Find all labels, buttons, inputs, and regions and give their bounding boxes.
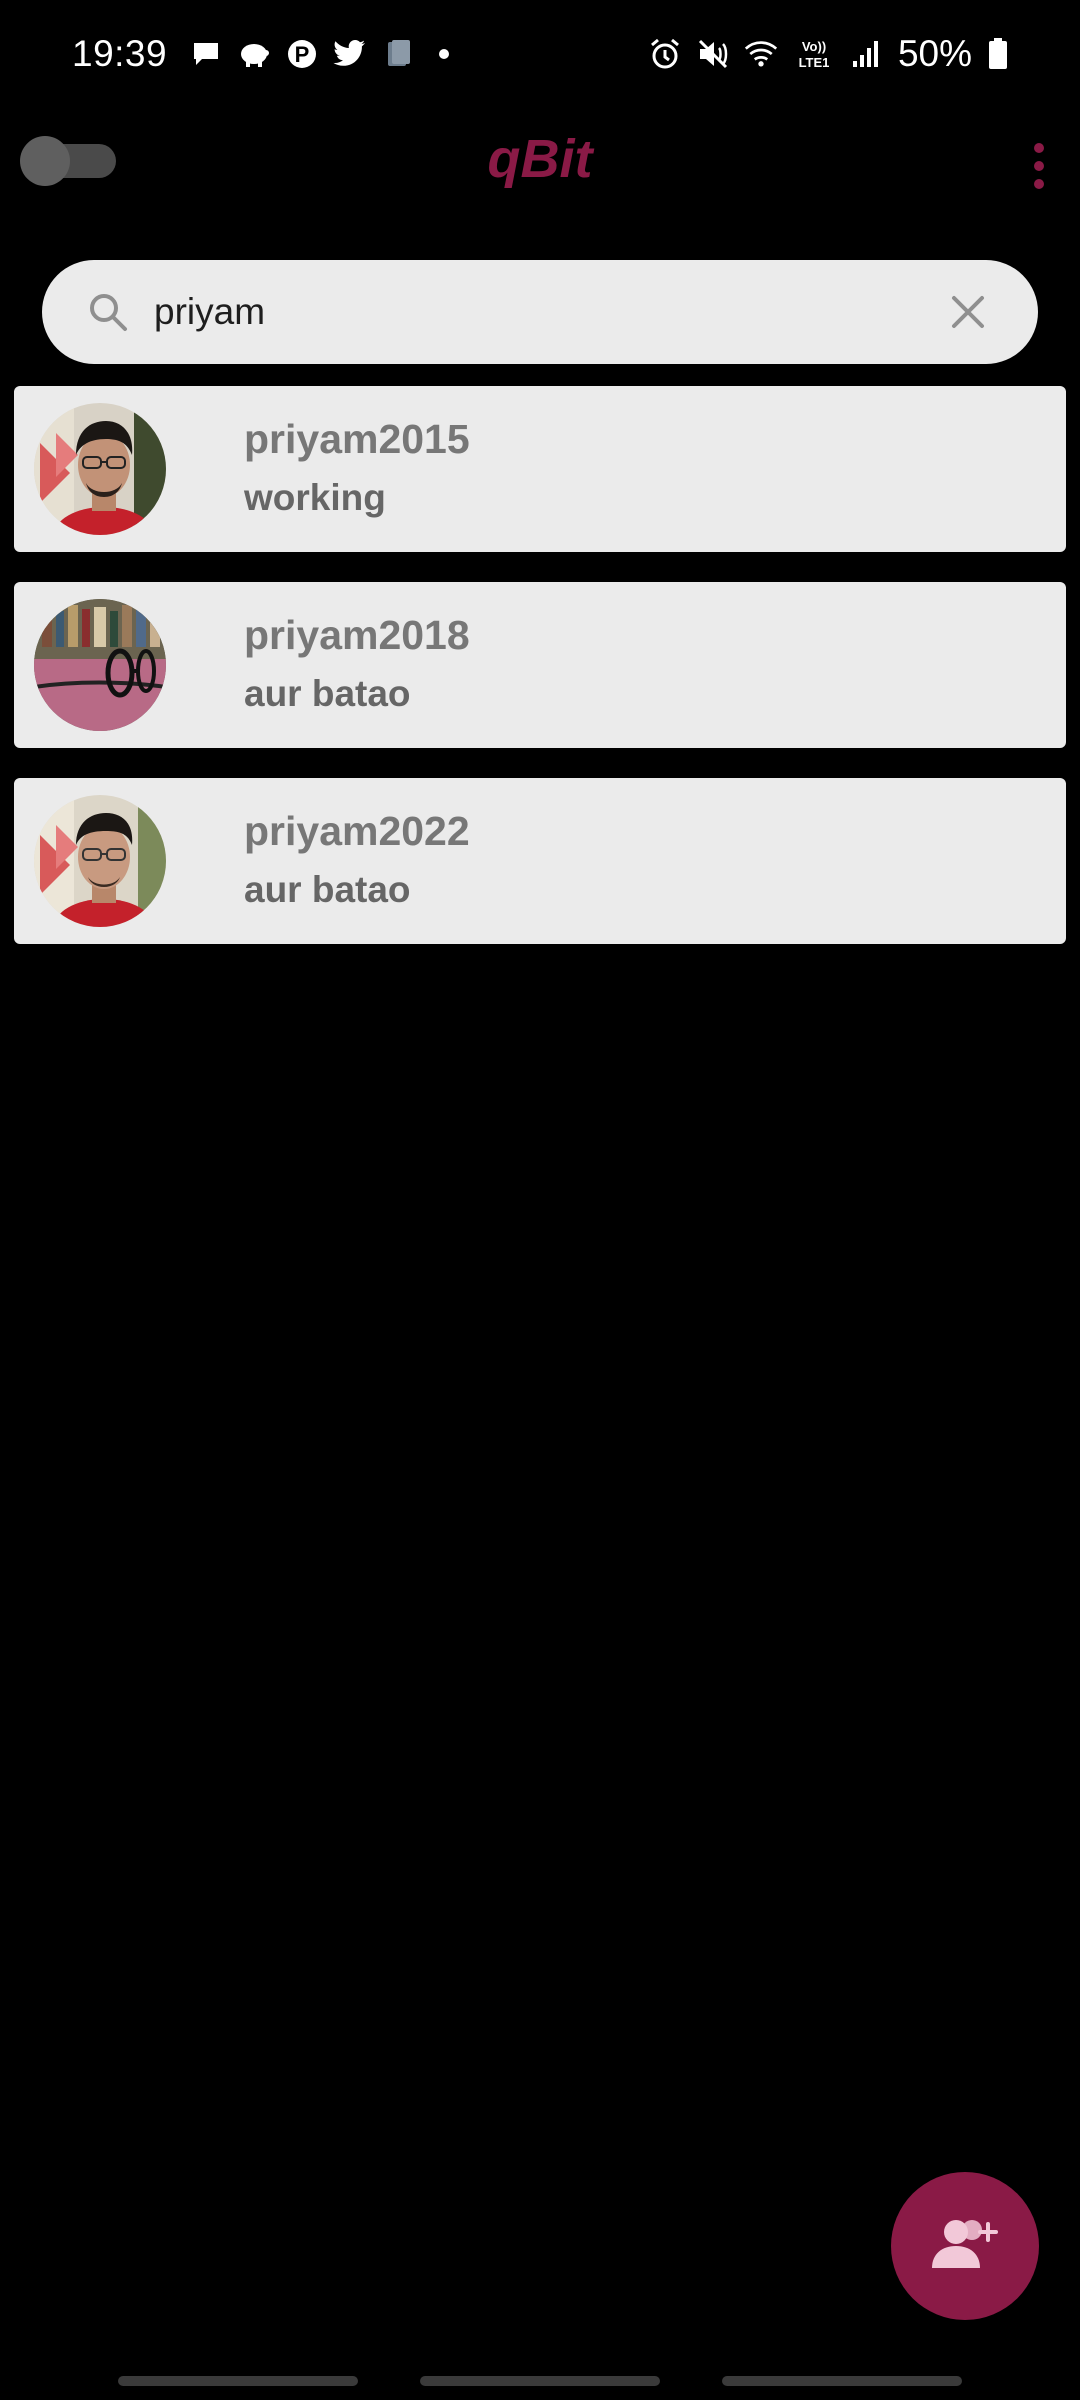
avatar bbox=[34, 599, 166, 731]
signal-icon bbox=[850, 37, 884, 71]
volte-icon: Vo)) LTE1 bbox=[792, 37, 836, 71]
battery-icon bbox=[986, 37, 1010, 71]
overflow-menu-button[interactable] bbox=[1004, 126, 1074, 206]
mute-icon bbox=[696, 37, 730, 71]
more-vert-dot bbox=[1034, 161, 1044, 171]
chat-bubble-icon bbox=[189, 37, 223, 71]
notification-dot bbox=[439, 49, 450, 59]
item-username: priyam2015 bbox=[244, 416, 470, 462]
item-status: aur batao bbox=[244, 869, 411, 910]
list-item[interactable]: priyam2018 aur batao bbox=[14, 582, 1066, 748]
status-right: Vo)) LTE1 50% bbox=[648, 28, 1010, 80]
status-left: 19:39 P bbox=[72, 28, 450, 80]
nav-back-handle[interactable] bbox=[722, 2376, 962, 2386]
svg-text:LTE1: LTE1 bbox=[799, 55, 830, 70]
svg-text:P: P bbox=[295, 42, 310, 67]
nav-recents-handle[interactable] bbox=[118, 2376, 358, 2386]
search-results-list: priyam2015 working priyam2018 aur batao … bbox=[14, 386, 1066, 974]
app-bar: qBit bbox=[0, 106, 1080, 226]
search-icon bbox=[86, 290, 130, 334]
status-time: 19:39 bbox=[72, 33, 168, 74]
alarm-icon bbox=[648, 37, 682, 71]
pinterest-icon: P bbox=[285, 37, 319, 71]
item-username: priyam2018 bbox=[244, 612, 470, 658]
nav-home-handle[interactable] bbox=[420, 2376, 660, 2386]
clear-search-icon[interactable] bbox=[946, 290, 990, 334]
item-status: working bbox=[244, 477, 386, 518]
status-bar: 19:39 P Vo)) LTE1 50% bbox=[0, 0, 1080, 106]
list-item[interactable]: priyam2022 aur batao bbox=[14, 778, 1066, 944]
avatar bbox=[34, 795, 166, 927]
more-vert-icon bbox=[1034, 143, 1044, 153]
app-title: qBit bbox=[487, 129, 593, 189]
avatar bbox=[34, 403, 166, 535]
navigation-bar bbox=[0, 2370, 1080, 2400]
battery-percentage: 50% bbox=[897, 33, 972, 74]
wifi-icon bbox=[744, 37, 778, 71]
more-vert-dot bbox=[1034, 179, 1044, 189]
svg-text:Vo)): Vo)) bbox=[802, 39, 826, 54]
add-user-button[interactable] bbox=[891, 2172, 1039, 2320]
item-status: aur batao bbox=[244, 673, 411, 714]
search-bar bbox=[42, 260, 1038, 364]
piggy-bank-icon bbox=[237, 37, 271, 71]
twitter-icon bbox=[333, 37, 367, 71]
cards-icon bbox=[381, 37, 415, 71]
add-user-icon bbox=[930, 2216, 1000, 2277]
item-username: priyam2022 bbox=[244, 808, 470, 854]
search-input[interactable] bbox=[150, 282, 934, 342]
list-item[interactable]: priyam2015 working bbox=[14, 386, 1066, 552]
